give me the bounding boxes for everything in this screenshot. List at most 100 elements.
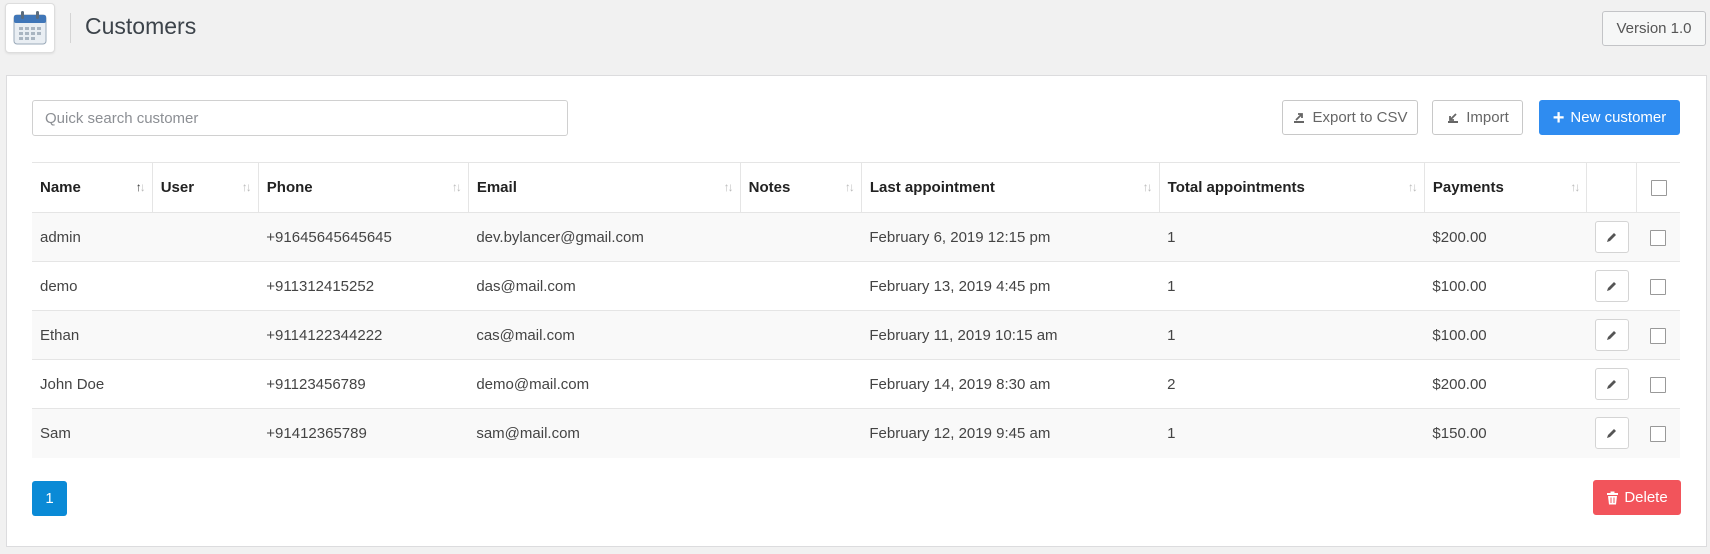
cell-select (1636, 408, 1680, 458)
edit-button[interactable] (1594, 270, 1629, 302)
column-header-payments[interactable]: Payments ↑↓ (1423, 162, 1587, 213)
sort-icon: ↑↓ (723, 180, 734, 194)
cell-select (1636, 212, 1680, 262)
cell-notes (740, 212, 862, 262)
column-header-last-appointment[interactable]: Last appointment ↑↓ (860, 162, 1160, 213)
pencil-icon (1606, 380, 1616, 389)
edit-button[interactable] (1594, 319, 1629, 351)
calendar-icon (13, 11, 47, 45)
cell-user (152, 261, 259, 311)
cell-email: cas@mail.com (468, 310, 741, 360)
cell-edit (1586, 359, 1637, 409)
cell-last-appointment: February 14, 2019 8:30 am (861, 359, 1160, 409)
table-row: demo +911312415252 das@mail.com February… (32, 261, 1680, 311)
export-csv-button[interactable]: Export to CSV (1282, 100, 1418, 135)
page-title: Customers (85, 13, 197, 39)
delete-label: Delete (1624, 489, 1668, 506)
delete-button[interactable]: Delete (1593, 480, 1681, 515)
import-label: Import (1466, 109, 1509, 126)
cell-total-appointments: 1 (1159, 212, 1425, 262)
column-header-notes[interactable]: Notes ↑↓ (739, 162, 862, 213)
edit-button[interactable] (1594, 221, 1629, 253)
row-checkbox[interactable] (1650, 425, 1667, 442)
app-logo (5, 3, 55, 53)
row-checkbox[interactable] (1650, 229, 1667, 246)
cell-payments: $150.00 (1424, 408, 1587, 458)
cell-payments: $200.00 (1424, 359, 1587, 409)
column-header-name[interactable]: Name ↑↓ (32, 162, 153, 213)
pencil-icon (1606, 282, 1616, 291)
sort-icon: ↑↓ (844, 180, 855, 194)
cell-email: das@mail.com (468, 261, 741, 311)
cell-phone: +911312415252 (258, 261, 469, 311)
cell-notes (740, 261, 862, 311)
cell-edit (1586, 261, 1637, 311)
table-row: Sam +91412365789 sam@mail.com February 1… (32, 408, 1680, 458)
edit-button[interactable] (1594, 368, 1629, 400)
cell-select (1636, 359, 1680, 409)
pagination-page-1[interactable]: 1 (32, 481, 67, 516)
cell-notes (740, 408, 862, 458)
pencil-icon (1606, 233, 1616, 242)
cell-phone: +91412365789 (258, 408, 469, 458)
table-header-row: Name ↑↓ User ↑↓ Phone ↑↓ Email ↑↓ Notes ↑↓ La… (32, 162, 1680, 213)
cell-payments: $100.00 (1424, 261, 1587, 311)
cell-email: demo@mail.com (468, 359, 741, 409)
cell-last-appointment: February 12, 2019 9:45 am (861, 408, 1160, 458)
cell-last-appointment: February 11, 2019 10:15 am (861, 310, 1160, 360)
cell-user (152, 212, 259, 262)
cell-edit (1586, 310, 1637, 360)
table-row: John Doe +91123456789 demo@mail.com Febr… (32, 359, 1680, 409)
column-header-select-all (1636, 162, 1680, 213)
table-row: Ethan +9114122344222 cas@mail.com Februa… (32, 310, 1680, 360)
cell-phone: +91645645645645 (258, 212, 469, 262)
customers-panel: Export to CSV Import + New customer Name… (6, 75, 1707, 547)
import-button[interactable]: Import (1432, 100, 1523, 135)
cell-notes (740, 310, 862, 360)
edit-button[interactable] (1594, 417, 1629, 450)
cell-total-appointments: 1 (1159, 408, 1425, 458)
cell-user (152, 408, 259, 458)
column-header-email[interactable]: Email ↑↓ (467, 162, 741, 213)
cell-name: admin (32, 212, 153, 262)
cell-payments: $200.00 (1424, 212, 1587, 262)
cell-total-appointments: 1 (1159, 310, 1425, 360)
cell-edit (1586, 408, 1637, 458)
export-csv-label: Export to CSV (1312, 109, 1408, 126)
cell-notes (740, 359, 862, 409)
sort-icon: ↑↓ (1407, 180, 1418, 194)
cell-phone: +91123456789 (258, 359, 469, 409)
row-checkbox[interactable] (1650, 278, 1667, 295)
version-badge: Version 1.0 (1602, 11, 1706, 46)
sort-icon: ↑↓ (1142, 180, 1153, 194)
cell-last-appointment: February 13, 2019 4:45 pm (861, 261, 1160, 311)
select-all-checkbox[interactable] (1650, 180, 1667, 197)
search-input[interactable] (32, 100, 568, 136)
cell-email: dev.bylancer@gmail.com (468, 212, 741, 262)
import-icon (1448, 112, 1459, 123)
cell-payments: $100.00 (1424, 310, 1587, 360)
pencil-icon (1606, 331, 1616, 340)
sort-icon: ↑↓ (1570, 180, 1580, 194)
table-row: admin +91645645645645 dev.bylancer@gmail… (32, 212, 1680, 262)
new-customer-label: New customer (1570, 109, 1667, 126)
cell-name: demo (32, 261, 153, 311)
cell-user (152, 310, 259, 360)
cell-name: John Doe (32, 359, 153, 409)
export-icon (1294, 112, 1305, 123)
column-header-user[interactable]: User ↑↓ (151, 162, 259, 213)
sort-icon: ↑↓ (135, 180, 146, 194)
new-customer-button[interactable]: + New customer (1539, 100, 1680, 135)
cell-name: Ethan (32, 310, 153, 360)
cell-select (1636, 310, 1680, 360)
sort-icon: ↑↓ (241, 180, 252, 194)
row-checkbox[interactable] (1650, 376, 1667, 393)
row-checkbox[interactable] (1650, 327, 1667, 344)
sort-icon: ↑↓ (451, 180, 462, 194)
cell-total-appointments: 1 (1159, 261, 1425, 311)
cell-select (1636, 261, 1680, 311)
customers-table: Name ↑↓ User ↑↓ Phone ↑↓ Email ↑↓ Notes ↑↓ La… (32, 162, 1680, 458)
column-header-total-appointments[interactable]: Total appointments ↑↓ (1158, 162, 1425, 213)
trash-icon (1607, 491, 1619, 504)
column-header-phone[interactable]: Phone ↑↓ (257, 162, 469, 213)
